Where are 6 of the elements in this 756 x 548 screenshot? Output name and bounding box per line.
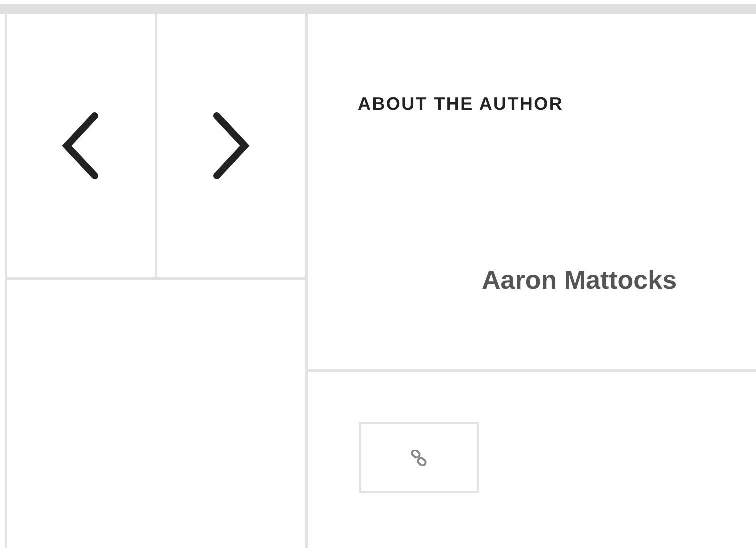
link-button[interactable] bbox=[359, 422, 479, 493]
chevron-right-icon bbox=[211, 112, 251, 180]
link-icon bbox=[411, 450, 427, 466]
section-heading: ABOUT THE AUTHOR bbox=[358, 94, 565, 115]
chevron-left-icon bbox=[61, 112, 101, 180]
author-name: Aaron Mattocks bbox=[482, 265, 678, 296]
